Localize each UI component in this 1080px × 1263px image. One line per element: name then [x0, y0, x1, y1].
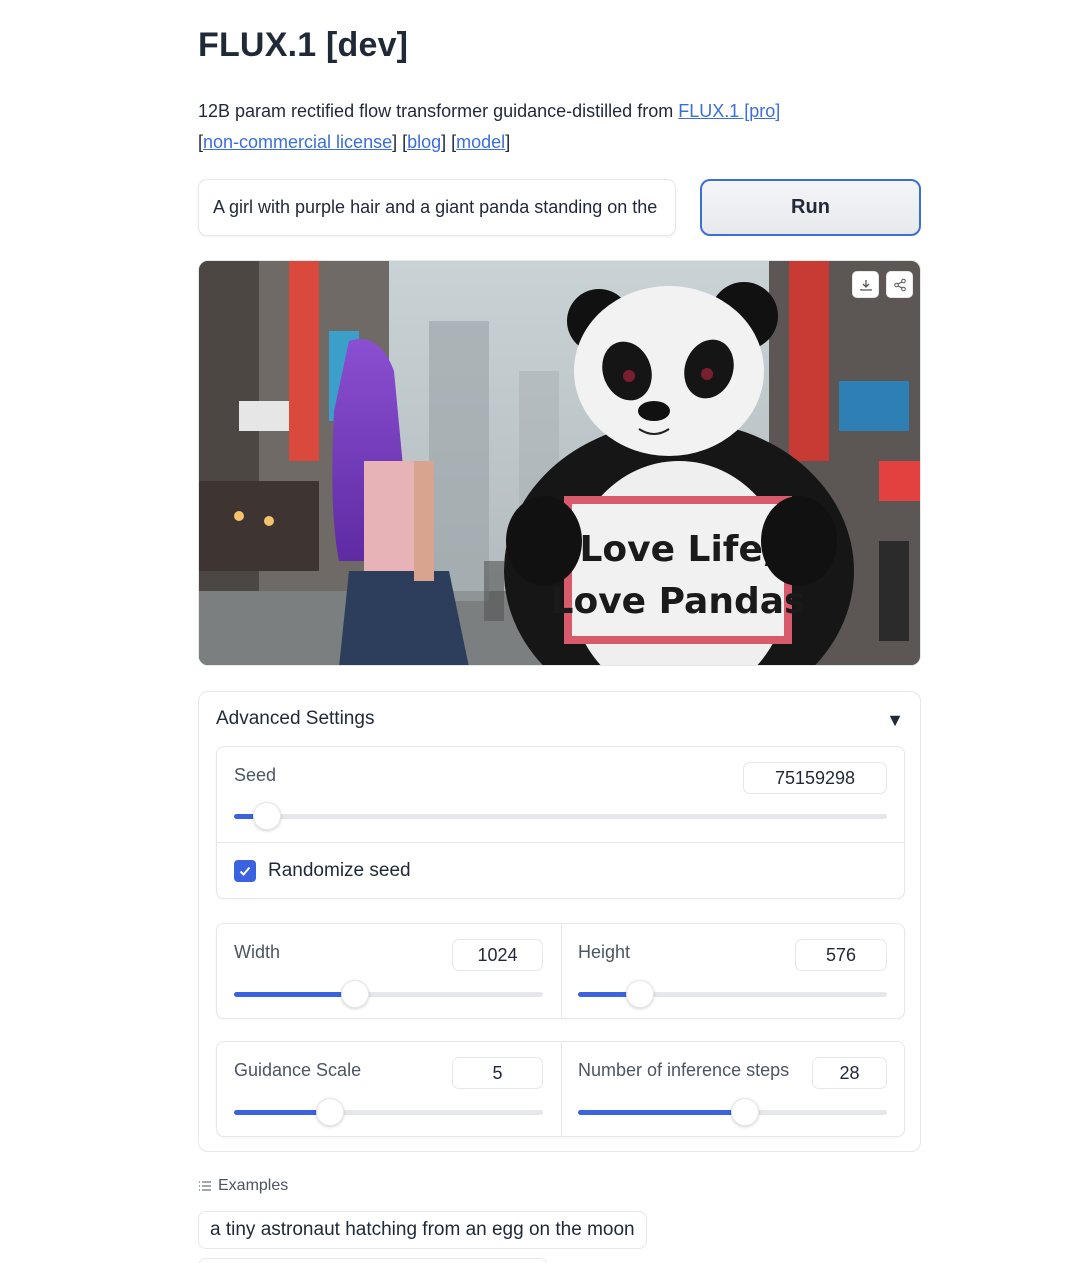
steps-slider[interactable] [578, 1098, 887, 1126]
height-slider-thumb[interactable] [625, 980, 654, 1008]
seed-label: Seed [234, 765, 277, 785]
page-title: FLUX.1 [dev] [198, 26, 409, 64]
list-icon [199, 1181, 211, 1191]
steps-input[interactable]: 28 [812, 1057, 887, 1089]
result-image: Love Life, Love Pandas [198, 260, 921, 666]
width-input[interactable]: 1024 [452, 939, 543, 971]
randomize-seed-checkbox[interactable] [234, 860, 256, 882]
steps-slider-fill [578, 1110, 745, 1115]
width-slider-thumb[interactable] [340, 980, 369, 1008]
randomize-seed-row[interactable]: Randomize seed [217, 843, 904, 899]
examples-header: Examples [198, 1177, 288, 1195]
guidance-slider[interactable] [234, 1098, 543, 1126]
share-icon [893, 278, 906, 291]
run-button[interactable]: Run [700, 179, 921, 236]
divider [561, 924, 562, 1018]
seed-input[interactable]: 75159298 [743, 762, 887, 794]
sampling-panel: Guidance Scale 5 Number of inference ste… [216, 1041, 905, 1137]
guidance-input[interactable]: 5 [452, 1057, 543, 1089]
height-slider[interactable] [578, 980, 887, 1008]
download-button[interactable] [852, 271, 879, 298]
download-icon [859, 279, 872, 291]
steps-slider-thumb[interactable] [730, 1098, 759, 1126]
blog-link[interactable]: blog [407, 132, 441, 152]
divider [561, 1042, 562, 1136]
width-slider[interactable] [234, 980, 543, 1008]
check-icon [239, 866, 251, 876]
generated-image: Love Life, Love Pandas [199, 261, 920, 665]
height-input[interactable]: 576 [795, 939, 887, 971]
width-label: Width [234, 942, 281, 962]
example-item-partial[interactable] [198, 1258, 548, 1263]
license-link[interactable]: non-commercial license [203, 132, 392, 152]
flux-app: FLUX.1 [dev] 12B param rectified flow tr… [0, 0, 1080, 1263]
advanced-settings: Advanced Settings ▼ Seed 75159298 Random… [198, 691, 921, 1152]
advanced-settings-title: Advanced Settings [216, 708, 375, 729]
description-text: 12B param rectified flow transformer gui… [198, 101, 679, 121]
sign-text-2: Love Pandas [551, 581, 806, 622]
share-button[interactable] [886, 271, 913, 298]
randomize-seed-label: Randomize seed [268, 860, 411, 881]
seed-slider[interactable] [234, 802, 887, 830]
seed-panel: Seed 75159298 Randomize seed [216, 746, 905, 899]
description: 12B param rectified flow transformer gui… [198, 101, 781, 152]
height-label: Height [578, 942, 631, 962]
dimensions-panel: Width 1024 Height 576 [216, 923, 905, 1019]
steps-label: Number of inference steps [578, 1060, 790, 1080]
seed-slider-thumb[interactable] [252, 802, 281, 830]
example-item[interactable]: a tiny astronaut hatching from an egg on… [198, 1211, 647, 1249]
flux-pro-link[interactable]: FLUX.1 [pro] [678, 101, 780, 121]
caret-down-icon[interactable]: ▼ [886, 710, 904, 731]
model-link[interactable]: model [456, 132, 505, 152]
guidance-label: Guidance Scale [234, 1060, 362, 1080]
prompt-input[interactable] [198, 179, 676, 236]
guidance-slider-thumb[interactable] [315, 1098, 344, 1126]
width-slider-fill [234, 992, 355, 997]
examples-label: Examples [218, 1177, 289, 1194]
sign-text-1: Love Life, [579, 529, 776, 570]
